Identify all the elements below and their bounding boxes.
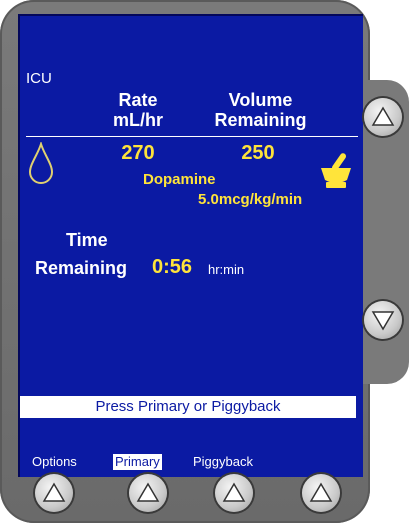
- volume-value: 250: [241, 142, 275, 164]
- time-unit: hr:min: [208, 262, 245, 277]
- drug-name: Dopamine: [143, 171, 216, 188]
- pump-display: ICU Rate mL/hr Volume Remaining 270 250 …: [18, 14, 363, 477]
- rate-unit-header: mL/hr: [112, 110, 163, 130]
- volume-header: Volume: [228, 90, 293, 110]
- scroll-up-button[interactable]: [364, 98, 402, 136]
- prompt-message: Press Primary or Piggyback: [20, 396, 356, 418]
- drop-icon: [28, 142, 54, 184]
- rate-header: Rate: [118, 90, 158, 110]
- softkey-options-label: Options: [32, 454, 77, 469]
- header-divider: [26, 136, 358, 137]
- softkey-primary-button[interactable]: [129, 474, 167, 512]
- softkey-primary-label: Primary: [113, 454, 162, 470]
- softkey-piggyback-button[interactable]: [215, 474, 253, 512]
- dose-rate: 5.0mcg/kg/min: [198, 191, 303, 208]
- mortar-pestle-icon: [321, 153, 351, 188]
- care-area-label: ICU: [26, 70, 52, 87]
- volume-remaining-header: Remaining: [214, 110, 307, 130]
- softkey-piggyback-label: Piggyback: [193, 454, 253, 469]
- rate-value: 270: [121, 142, 155, 164]
- time-label: Time: [66, 230, 108, 250]
- arrow-up-icon: [371, 106, 395, 126]
- arrow-up-icon: [309, 482, 333, 502]
- softkey-options-button[interactable]: [35, 474, 73, 512]
- scroll-down-button[interactable]: [364, 301, 402, 339]
- arrow-up-icon: [42, 482, 66, 502]
- arrow-up-icon: [222, 482, 246, 502]
- softkey-4-button[interactable]: [302, 474, 340, 512]
- time-remaining-value: 0:56: [152, 256, 193, 278]
- arrow-up-icon: [136, 482, 160, 502]
- arrow-down-icon: [371, 311, 395, 331]
- time-remaining-label: Remaining: [35, 258, 128, 278]
